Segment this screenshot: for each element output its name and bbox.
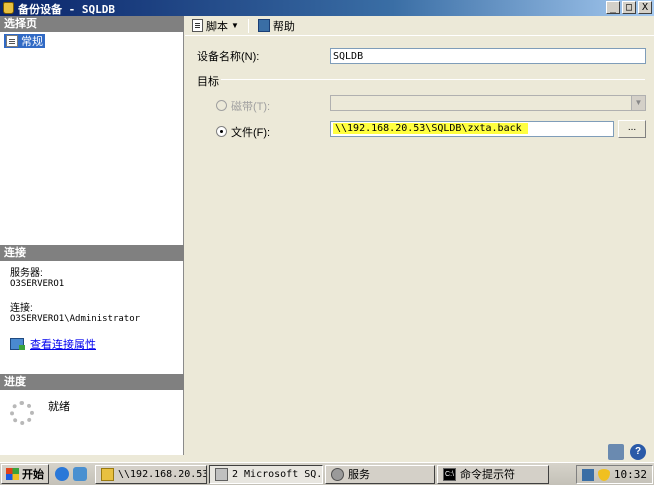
- help-button[interactable]: 帮助: [255, 17, 298, 35]
- quick-launch: [49, 467, 93, 481]
- network-icon[interactable]: [581, 468, 594, 481]
- task-command-prompt[interactable]: C:\ 命令提示符: [437, 464, 549, 484]
- task-sql-server[interactable]: 2 Microsoft SQ... ▼: [209, 464, 323, 484]
- task-label: \\192.168.20.53...: [118, 468, 206, 480]
- connection-properties-icon: [10, 338, 25, 350]
- file-radio[interactable]: [216, 126, 227, 137]
- minimize-button[interactable]: _: [606, 1, 620, 14]
- script-label: 脚本: [206, 20, 228, 33]
- sql-server-icon: [215, 467, 228, 481]
- right-pane: 脚本 ▼ 帮助 设备名称(N): 目标 磁带(T): ▼ 文件(F): \\19…: [185, 16, 654, 460]
- view-connection-properties[interactable]: 查看连接属性: [10, 336, 96, 352]
- chevron-down-icon[interactable]: ▼: [631, 96, 645, 110]
- select-page-header: 选择页: [0, 16, 184, 32]
- printer-icon[interactable]: [608, 444, 624, 460]
- task-network-folder[interactable]: \\192.168.20.53...: [95, 464, 207, 484]
- windows-logo-icon: [6, 468, 19, 480]
- view-connection-properties-link[interactable]: 查看连接属性: [30, 336, 96, 352]
- folder-icon: [101, 467, 114, 481]
- page-item-general[interactable]: 常规: [4, 34, 45, 48]
- command-prompt-icon: C:\: [443, 467, 456, 481]
- start-label: 开始: [22, 469, 44, 481]
- window-title: 备份设备 - SQLDB: [18, 3, 115, 16]
- progress-spinner-icon: [10, 401, 34, 425]
- task-services[interactable]: 服务: [325, 464, 435, 484]
- file-label: 文件(F):: [231, 127, 271, 139]
- help-book-icon: [257, 19, 270, 32]
- server-label: 服务器:: [10, 268, 43, 279]
- bottom-icons: ?: [608, 444, 646, 460]
- tape-radio[interactable]: [216, 100, 227, 111]
- help-label: 帮助: [272, 20, 295, 33]
- toolbar: 脚本 ▼ 帮助: [185, 16, 654, 36]
- server-info: 服务器: O3SERVERO1: [10, 268, 64, 290]
- services-gear-icon: [331, 467, 344, 481]
- clock[interactable]: 10:32: [614, 468, 647, 481]
- task-label: 服务: [348, 469, 370, 481]
- close-button[interactable]: X: [638, 1, 652, 14]
- group-divider: [221, 79, 645, 80]
- server-value: O3SERVERO1: [10, 279, 65, 289]
- connection-value: O3SERVERO1\Administrator: [10, 314, 141, 324]
- progress-header: 进度: [0, 374, 184, 390]
- toolbar-separator: [247, 18, 249, 33]
- tape-select[interactable]: ▼: [330, 95, 646, 111]
- page-icon: [6, 35, 18, 47]
- security-shield-icon[interactable]: [597, 468, 610, 481]
- show-desktop-icon[interactable]: [73, 467, 87, 481]
- connection-label: 连接:: [10, 303, 33, 314]
- left-pane: 选择页 常规 连接 服务器: O3SERVERO1 连接: O3SERVERO1…: [0, 16, 184, 455]
- page-item-label: 常规: [21, 36, 43, 48]
- device-name-label: 设备名称(N):: [197, 51, 260, 63]
- script-button[interactable]: 脚本 ▼: [189, 17, 242, 35]
- connection-info: 连接: O3SERVERO1\Administrator: [10, 303, 140, 325]
- tape-label: 磁带(T):: [231, 101, 271, 113]
- taskbar: 开始 \\192.168.20.53... 2 Microsoft SQ... …: [0, 462, 654, 485]
- title-bar[interactable]: 备份设备 - SQLDB _ □ X: [0, 0, 654, 16]
- database-icon: [3, 2, 14, 14]
- destination-group-label: 目标: [197, 76, 219, 88]
- device-name-input[interactable]: [330, 48, 646, 64]
- file-path-input[interactable]: \\192.168.20.53\SQLDB\zxta.back: [330, 121, 614, 137]
- start-button[interactable]: 开始: [1, 464, 49, 484]
- chevron-down-icon[interactable]: ▼: [231, 21, 239, 30]
- maximize-button[interactable]: □: [622, 1, 636, 14]
- file-path-value: \\192.168.20.53\SQLDB\zxta.back: [333, 123, 528, 134]
- task-label: 2 Microsoft SQ...: [232, 468, 323, 480]
- system-tray: 10:32: [575, 465, 653, 484]
- progress-status: 就绪: [48, 401, 70, 413]
- connection-header: 连接: [0, 245, 184, 261]
- help-icon[interactable]: ?: [630, 444, 646, 460]
- task-label: 命令提示符: [460, 469, 515, 481]
- script-icon: [192, 19, 203, 32]
- internet-explorer-icon[interactable]: [55, 467, 69, 481]
- browse-button[interactable]: ...: [618, 120, 646, 138]
